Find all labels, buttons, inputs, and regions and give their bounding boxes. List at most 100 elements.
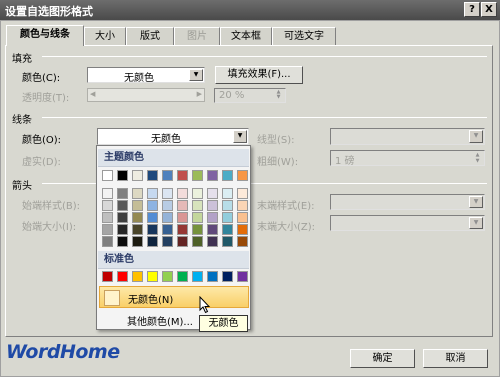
theme-color-swatch[interactable] [222,170,233,181]
theme-shade-swatch[interactable] [192,212,203,223]
help-button[interactable]: ? [464,2,480,17]
theme-shade-swatch[interactable] [192,224,203,235]
theme-shade-swatch[interactable] [117,212,128,223]
theme-shade-swatch[interactable] [222,224,233,235]
theme-shade-swatch[interactable] [162,188,173,199]
theme-shade-swatch[interactable] [132,188,143,199]
fill-effects-button[interactable]: 填充效果(F)... [215,66,303,84]
theme-shade-swatch[interactable] [117,236,128,247]
standard-color-swatch[interactable] [192,271,203,282]
theme-shade-swatch[interactable] [102,236,113,247]
tab-layout[interactable]: 版式 [126,27,174,45]
end-size-dropdown[interactable]: ▼ [330,215,485,231]
standard-color-swatch[interactable] [147,271,158,282]
transparency-slider[interactable]: ◀ ▶ [87,88,205,102]
theme-color-swatch[interactable] [147,170,158,181]
theme-shade-swatch[interactable] [162,236,173,247]
theme-color-swatch[interactable] [162,170,173,181]
title-bar: 设置自选图形格式 [0,0,500,20]
standard-color-swatch[interactable] [102,271,113,282]
theme-shade-swatch[interactable] [102,200,113,211]
mouse-cursor-icon [199,296,211,314]
theme-color-swatch[interactable] [102,170,113,181]
fill-color-dropdown[interactable]: 无颜色 ▼ [87,67,205,84]
theme-shade-swatch[interactable] [192,188,203,199]
theme-shade-swatch[interactable] [162,200,173,211]
line-color-dropdown[interactable]: 无颜色 ▼ [97,128,249,145]
theme-shade-swatch[interactable] [102,212,113,223]
color-picker-popup: 主题颜色 标准色 无颜色(N) 其他颜色(M)... [96,145,251,330]
theme-shade-swatch[interactable] [237,236,248,247]
theme-shade-swatch[interactable] [237,188,248,199]
theme-shade-swatch[interactable] [222,200,233,211]
theme-shade-swatch[interactable] [177,188,188,199]
tab-colors-lines[interactable]: 颜色与线条 [6,25,84,46]
line-weight-spinner[interactable]: 1 磅 ▲ ▼ [330,150,485,167]
theme-shade-swatch[interactable] [207,212,218,223]
theme-color-swatch[interactable] [117,170,128,181]
theme-shade-swatch[interactable] [147,236,158,247]
theme-shade-swatch[interactable] [132,236,143,247]
theme-shade-swatch[interactable] [132,224,143,235]
theme-color-swatch[interactable] [207,170,218,181]
chevron-down-icon: ▼ [469,217,483,229]
theme-shade-swatch[interactable] [207,188,218,199]
standard-color-swatch[interactable] [117,271,128,282]
theme-shade-swatch[interactable] [207,200,218,211]
tab-textbox[interactable]: 文本框 [220,27,272,45]
theme-shade-swatch[interactable] [117,224,128,235]
theme-shade-swatch[interactable] [177,224,188,235]
theme-shade-swatch[interactable] [162,224,173,235]
fill-color-label: 颜色(C): [22,73,61,84]
cancel-button[interactable]: 取消 [423,349,488,368]
end-style-label: 末端样式(E): [257,201,315,212]
theme-shade-swatch[interactable] [102,224,113,235]
theme-shade-swatch[interactable] [207,224,218,235]
standard-color-swatch[interactable] [177,271,188,282]
no-color-option[interactable]: 无颜色(N) [99,286,249,308]
standard-color-swatch[interactable] [222,271,233,282]
theme-shade-swatch[interactable] [147,212,158,223]
theme-color-swatch[interactable] [237,170,248,181]
theme-shade-swatch[interactable] [132,200,143,211]
theme-shade-swatch[interactable] [177,200,188,211]
theme-shade-swatch[interactable] [177,236,188,247]
theme-shade-swatch[interactable] [222,188,233,199]
theme-shade-swatch[interactable] [222,212,233,223]
theme-shade-swatch[interactable] [192,236,203,247]
transparency-spinner[interactable]: 20 % ▲ ▼ [214,88,286,103]
standard-color-swatch[interactable] [237,271,248,282]
line-style-label: 线型(S): [257,135,295,146]
fill-section-label: 填充 [12,54,32,65]
theme-shade-swatch[interactable] [237,200,248,211]
tab-size[interactable]: 大小 [84,27,126,45]
theme-shade-swatch[interactable] [102,188,113,199]
standard-color-swatch[interactable] [132,271,143,282]
end-style-dropdown[interactable]: ▼ [330,194,485,210]
theme-shade-swatch[interactable] [117,200,128,211]
tab-alt-text[interactable]: 可选文字 [272,27,336,45]
theme-shade-swatch[interactable] [222,236,233,247]
theme-color-swatch[interactable] [132,170,143,181]
theme-shade-swatch[interactable] [237,212,248,223]
theme-color-swatch[interactable] [192,170,203,181]
theme-shade-swatch[interactable] [237,224,248,235]
close-button[interactable]: X [481,2,497,17]
standard-color-swatch[interactable] [162,271,173,282]
theme-shade-swatch[interactable] [147,224,158,235]
theme-shade-swatch[interactable] [117,188,128,199]
standard-color-swatch[interactable] [207,271,218,282]
theme-shade-swatch[interactable] [162,212,173,223]
theme-shade-swatch[interactable] [207,236,218,247]
ok-button[interactable]: 确定 [350,349,415,368]
theme-shade-swatch[interactable] [177,212,188,223]
tab-picture[interactable]: 图片 [174,27,220,45]
theme-shade-swatch[interactable] [132,212,143,223]
window-title: 设置自选图形格式 [5,5,93,18]
theme-color-swatch[interactable] [177,170,188,181]
spinner-arrows-icon: ▲ ▼ [276,89,281,100]
theme-shade-swatch[interactable] [192,200,203,211]
line-style-dropdown[interactable]: ▼ [330,128,485,145]
theme-shade-swatch[interactable] [147,188,158,199]
theme-shade-swatch[interactable] [147,200,158,211]
